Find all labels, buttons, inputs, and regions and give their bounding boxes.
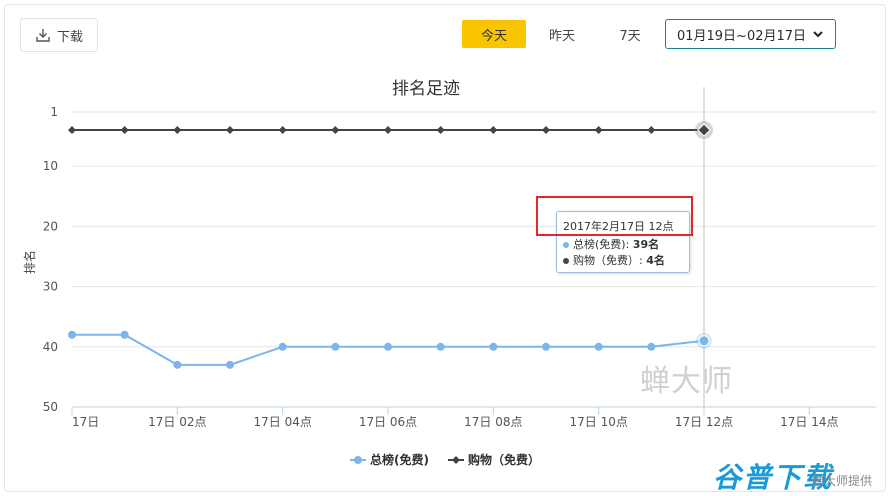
line-chart: 排名足迹 1 10 20 30 40 50 排名 17日 17日 02点 17日 04点 17日 06… [22,79,876,467]
data-point [226,126,234,135]
chart-title: 排名足迹 [392,79,460,99]
y-tick-label: 40 [43,340,58,354]
x-tick-label: 17日 14点 [780,415,838,429]
tooltip-row-value: 39名 [632,238,660,251]
data-point [278,126,287,135]
tooltip-row-label: 购物（免费） [573,254,639,267]
x-tick-label: 17日 12点 [675,415,733,429]
data-point [120,126,129,135]
x-tick-label: 17日 08点 [464,415,522,429]
x-tick-label: 17日 04点 [253,415,311,429]
data-point [542,342,550,351]
data-point [173,126,182,135]
data-point [489,126,498,135]
data-point [173,360,182,369]
legend-item-label: 总榜(免费) [370,452,429,467]
tooltip-row-label: 总榜(免费) [573,238,626,251]
legend-marker [452,456,460,464]
y-axis-label: 排名 [22,250,37,274]
credit-text: 蝉大师提供 [812,474,873,488]
x-tick-label: 17日 [72,415,99,429]
data-point [436,126,445,135]
data-point [120,330,129,339]
data-point [226,360,234,369]
y-tick-label: 30 [43,280,58,294]
data-point [489,342,498,351]
series-dot-icon [563,242,569,248]
data-point [331,342,340,351]
data-point [331,126,340,135]
tooltip-row-value: 4名 [646,254,665,267]
y-tick-label: 1 [50,105,58,119]
data-point [68,330,76,339]
series-dot-icon [563,258,569,264]
legend-marker [354,456,362,464]
data-point [68,126,76,135]
x-tick-label: 17日 06点 [359,415,417,429]
tooltip-row: 购物（免费）: 4名 [563,252,683,270]
data-point [698,335,710,347]
data-point [647,342,656,351]
data-point [542,126,550,135]
legend-item-label: 购物（免费） [468,452,540,467]
data-point [278,342,287,351]
data-point [384,126,392,135]
y-tick-label: 10 [43,159,58,173]
data-point [647,126,656,135]
watermark-text: 蝉大师 [640,364,733,399]
highlight-annotation [536,196,693,236]
x-tick-label: 17日 02点 [148,415,206,429]
data-point [594,342,603,351]
data-point [436,342,445,351]
data-point [594,126,603,135]
y-tick-label: 20 [43,219,58,233]
data-point [384,342,392,351]
x-tick-label: 17日 10点 [569,415,627,429]
y-tick-label: 50 [43,400,58,414]
